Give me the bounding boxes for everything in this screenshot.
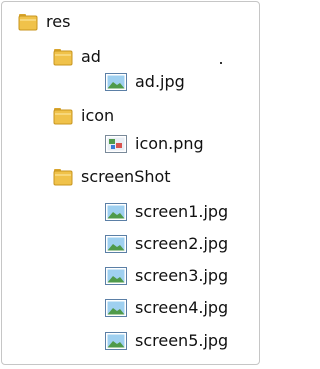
file-tree-panel: res ad ad.jpg icon icon.png screenShot s… (0, 0, 263, 369)
jpg-image-file-icon (105, 299, 127, 317)
tree-item-label: icon.png (135, 134, 204, 153)
tree-item-label: screen2.jpg (135, 234, 229, 253)
jpg-image-file-icon (105, 332, 127, 350)
tree-item-res[interactable]: res (18, 9, 70, 35)
tree-item-label: screen3.jpg (135, 266, 229, 285)
tree-item-label: screen5.jpg (135, 331, 229, 350)
folder-icon (53, 168, 73, 186)
jpg-image-file-icon (105, 235, 127, 253)
folder-icon (53, 48, 73, 66)
tree-item-label: icon (81, 106, 115, 125)
tree-item-ad-jpg[interactable]: ad.jpg (105, 69, 185, 95)
tree-item-screen4-jpg[interactable]: screen4.jpg (105, 295, 228, 321)
tree-item-icon[interactable]: icon (53, 103, 114, 129)
png-image-file-icon (105, 135, 127, 153)
tree-item-label: screen4.jpg (135, 298, 229, 317)
tree-item-label: screen1.jpg (135, 202, 229, 221)
tree-item-icon-png[interactable]: icon.png (105, 131, 204, 157)
folder-icon (53, 107, 73, 125)
jpg-image-file-icon (105, 73, 127, 91)
jpg-image-file-icon (105, 203, 127, 221)
tree-item-label: screenShot (81, 167, 171, 186)
tree-item-screen3-jpg[interactable]: screen3.jpg (105, 263, 228, 289)
stray-dot (220, 62, 222, 64)
tree-item-label: ad (81, 47, 101, 66)
tree-item-screen1-jpg[interactable]: screen1.jpg (105, 199, 228, 225)
tree-item-label: res (46, 12, 71, 31)
tree-item-ad[interactable]: ad (53, 44, 101, 70)
jpg-image-file-icon (105, 267, 127, 285)
tree-item-screen2-jpg[interactable]: screen2.jpg (105, 231, 228, 257)
tree-item-screenshot[interactable]: screenShot (53, 164, 171, 190)
tree-item-screen5-jpg[interactable]: screen5.jpg (105, 328, 228, 354)
folder-icon (18, 13, 38, 31)
tree-item-label: ad.jpg (135, 72, 185, 91)
